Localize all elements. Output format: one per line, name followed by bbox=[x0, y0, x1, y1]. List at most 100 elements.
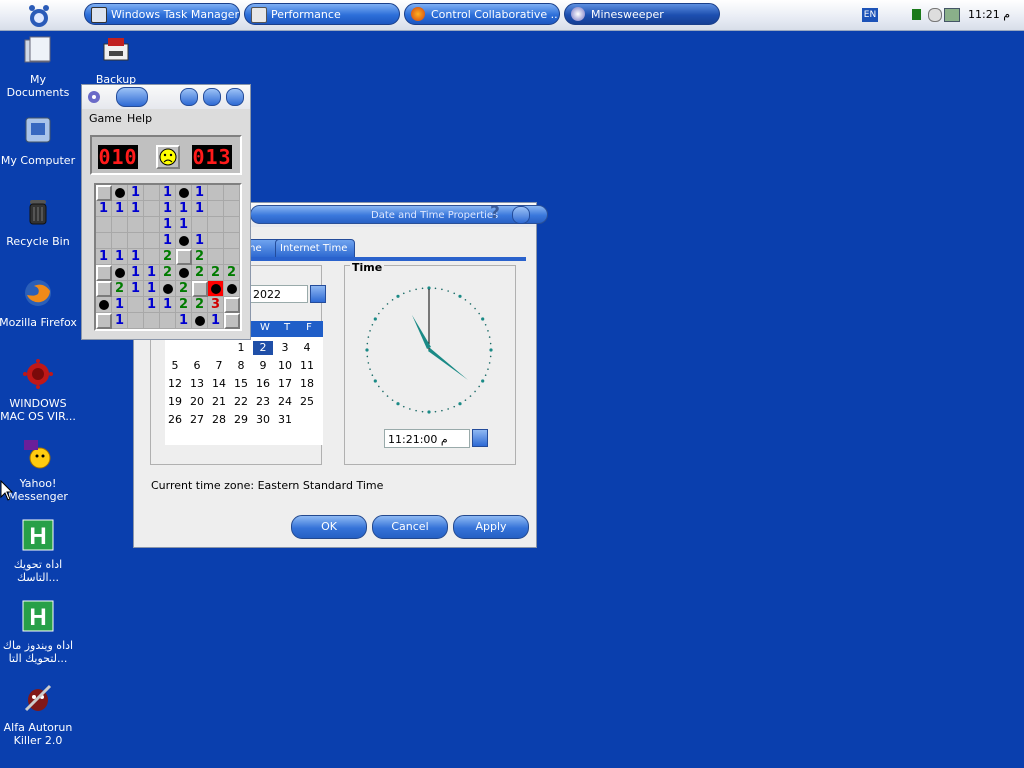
reset-face-button[interactable] bbox=[156, 145, 180, 169]
mine-cell[interactable] bbox=[176, 265, 192, 281]
mine-cell[interactable] bbox=[224, 297, 240, 313]
mine-cell[interactable]: 1 bbox=[144, 265, 160, 281]
desktop-icon-tool-2[interactable]: H اداه ويندوز ماك لتحويك التا... bbox=[0, 600, 78, 665]
mine-cell[interactable]: 2 bbox=[208, 265, 224, 281]
calendar-day[interactable]: 3 bbox=[275, 341, 295, 355]
calendar-day[interactable]: 25 bbox=[297, 395, 317, 409]
tray-network-icon[interactable] bbox=[944, 8, 960, 22]
mine-cell[interactable]: 1 bbox=[96, 201, 112, 217]
desktop-icon-alfa-autorun-killer[interactable]: Alfa Autorun Killer 2.0 bbox=[0, 682, 78, 747]
minefield[interactable]: 1111111111111111221122222112111223111 bbox=[94, 183, 242, 331]
mine-cell[interactable]: 1 bbox=[160, 217, 176, 233]
calendar-day[interactable]: 20 bbox=[187, 395, 207, 409]
mine-cell[interactable] bbox=[96, 217, 112, 233]
desktop-icon-recycle-bin[interactable]: Recycle Bin bbox=[0, 196, 78, 248]
calendar-day[interactable]: 9 bbox=[253, 359, 273, 373]
tray-smiley-icon[interactable] bbox=[928, 8, 942, 22]
mine-cell[interactable] bbox=[112, 233, 128, 249]
mine-cell[interactable]: 2 bbox=[176, 281, 192, 297]
mine-cell[interactable]: 2 bbox=[224, 265, 240, 281]
desktop-icon-my-documents[interactable]: My Documents bbox=[0, 34, 78, 99]
calendar-day[interactable]: 26 bbox=[165, 413, 185, 427]
mine-cell[interactable]: 1 bbox=[160, 297, 176, 313]
task-windows-task-manager[interactable]: Windows Task Manager bbox=[84, 3, 240, 25]
mine-cell[interactable]: 1 bbox=[112, 313, 128, 329]
mine-cell[interactable] bbox=[224, 249, 240, 265]
mine-cell[interactable] bbox=[208, 185, 224, 201]
calendar-day[interactable]: 22 bbox=[231, 395, 251, 409]
calendar-day[interactable]: 7 bbox=[209, 359, 229, 373]
task-minesweeper[interactable]: Minesweeper bbox=[564, 3, 720, 25]
mine-cell[interactable]: 1 bbox=[160, 185, 176, 201]
desktop-icon-my-computer[interactable]: My Computer bbox=[0, 115, 78, 167]
mine-cell[interactable] bbox=[224, 201, 240, 217]
mine-cell[interactable] bbox=[96, 281, 112, 297]
tab-internet-time[interactable]: Internet Time bbox=[275, 239, 355, 259]
mine-cell[interactable] bbox=[128, 217, 144, 233]
task-control-collaborative[interactable]: Control Collaborative ... bbox=[404, 3, 560, 25]
calendar-day[interactable]: 16 bbox=[253, 377, 273, 391]
mine-cell[interactable] bbox=[144, 249, 160, 265]
minimize-icon[interactable] bbox=[180, 88, 198, 106]
mine-cell[interactable] bbox=[96, 265, 112, 281]
maximize-icon[interactable] bbox=[203, 88, 221, 106]
calendar-day[interactable]: 18 bbox=[297, 377, 317, 391]
calendar-day[interactable]: 23 bbox=[253, 395, 273, 409]
help-icon[interactable]: ? bbox=[490, 203, 500, 223]
calendar-day[interactable]: 4 bbox=[297, 341, 317, 355]
mine-cell[interactable] bbox=[160, 281, 176, 297]
calendar-day[interactable]: 28 bbox=[209, 413, 229, 427]
calendar-day[interactable]: 8 bbox=[231, 359, 251, 373]
calendar-day[interactable]: 30 bbox=[253, 413, 273, 427]
calendar-day[interactable]: 29 bbox=[231, 413, 251, 427]
start-orb-icon[interactable] bbox=[24, 2, 54, 30]
calendar-day[interactable]: 14 bbox=[209, 377, 229, 391]
menu-game[interactable]: Game bbox=[89, 112, 122, 125]
apply-button[interactable]: Apply bbox=[453, 515, 529, 539]
mine-cell[interactable]: 1 bbox=[160, 201, 176, 217]
mine-cell[interactable] bbox=[192, 313, 208, 329]
mine-cell[interactable]: 1 bbox=[176, 313, 192, 329]
minesweeper-titlebar[interactable] bbox=[82, 85, 250, 109]
mine-cell[interactable] bbox=[128, 233, 144, 249]
mine-cell[interactable] bbox=[160, 313, 176, 329]
calendar-day[interactable]: 5 bbox=[165, 359, 185, 373]
mine-cell[interactable] bbox=[96, 297, 112, 313]
mine-cell[interactable]: 1 bbox=[96, 249, 112, 265]
mine-cell[interactable]: 1 bbox=[128, 201, 144, 217]
calendar-day[interactable]: 31 bbox=[275, 413, 295, 427]
mine-cell[interactable]: 2 bbox=[192, 249, 208, 265]
close-icon[interactable] bbox=[512, 206, 530, 224]
mine-cell[interactable] bbox=[112, 217, 128, 233]
mine-cell[interactable] bbox=[144, 201, 160, 217]
mine-cell[interactable] bbox=[208, 233, 224, 249]
mine-cell[interactable]: 1 bbox=[144, 297, 160, 313]
mine-cell[interactable]: 1 bbox=[208, 313, 224, 329]
desktop-icon-firefox[interactable]: Mozilla Firefox bbox=[0, 277, 78, 329]
mine-cell[interactable]: 2 bbox=[160, 265, 176, 281]
mine-cell[interactable] bbox=[192, 217, 208, 233]
mine-cell[interactable] bbox=[112, 265, 128, 281]
calendar-day[interactable]: 15 bbox=[231, 377, 251, 391]
mine-cell[interactable] bbox=[224, 313, 240, 329]
desktop-icon-backup[interactable]: Backup bbox=[76, 34, 156, 86]
mine-cell[interactable]: 1 bbox=[160, 233, 176, 249]
mine-cell[interactable] bbox=[144, 233, 160, 249]
mine-cell[interactable]: 2 bbox=[176, 297, 192, 313]
mine-cell[interactable] bbox=[96, 313, 112, 329]
cancel-button[interactable]: Cancel bbox=[372, 515, 448, 539]
calendar-day[interactable]: 21 bbox=[209, 395, 229, 409]
mine-cell[interactable]: 1 bbox=[192, 201, 208, 217]
mine-cell[interactable] bbox=[208, 249, 224, 265]
mine-cell[interactable] bbox=[96, 185, 112, 201]
mine-cell[interactable] bbox=[176, 185, 192, 201]
mine-cell[interactable] bbox=[192, 281, 208, 297]
mine-cell[interactable]: 1 bbox=[128, 281, 144, 297]
mine-cell[interactable] bbox=[96, 233, 112, 249]
desktop-icon-tool-1[interactable]: H اداه تحويك التاسك... bbox=[0, 519, 78, 584]
calendar-day[interactable]: 24 bbox=[275, 395, 295, 409]
time-field[interactable]: 11:21:00 م bbox=[384, 429, 470, 448]
calendar-day[interactable]: 11 bbox=[297, 359, 317, 373]
mine-cell[interactable]: 1 bbox=[112, 249, 128, 265]
calendar-day[interactable]: 19 bbox=[165, 395, 185, 409]
